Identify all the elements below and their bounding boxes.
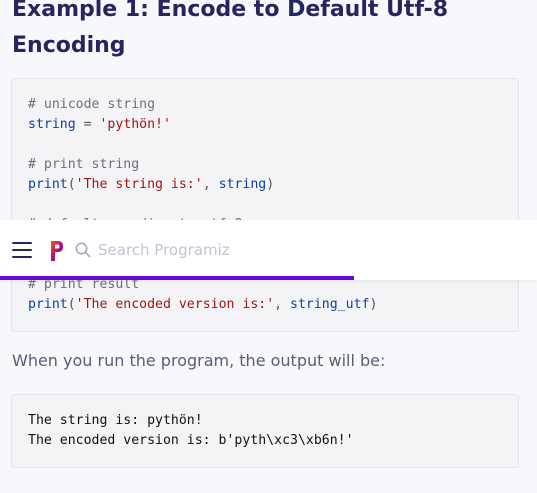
programiz-logo-icon[interactable] [50, 240, 64, 262]
code-line: string = 'pythön!' [28, 115, 377, 135]
code-token: , [202, 177, 219, 192]
code-token: 'pythön!' [99, 117, 171, 132]
code-token: ( [67, 177, 76, 192]
code-token: 'The string is:' [75, 177, 203, 192]
hamburger-menu-icon[interactable] [12, 242, 32, 258]
code-line: # print string [28, 155, 377, 175]
code-block: # unicode string string = 'pythön!' # pri… [11, 78, 519, 332]
output-block: The string is: pythön! The encoded versio… [11, 394, 519, 468]
code-token: string_utf [290, 297, 370, 312]
code-token: ) [266, 177, 275, 192]
top-navigation-bar [0, 220, 537, 280]
code-token: # print string [28, 157, 140, 172]
code-token: = [75, 117, 100, 132]
code-token: ( [67, 297, 76, 312]
reading-progress-fill [0, 276, 355, 280]
code-token: 'The encoded version is:' [75, 297, 275, 312]
output-line: The encoded version is: b'pyth\xc3\xb6n!… [28, 433, 354, 448]
reading-progress-bar [0, 276, 537, 280]
code-token: string [218, 177, 267, 192]
output-intro-text: When you run the program, the output wil… [12, 351, 386, 370]
search-input[interactable] [98, 237, 398, 263]
code-content: # unicode string string = 'pythön!' # pri… [28, 95, 377, 315]
code-token: ) [369, 297, 378, 312]
output-line: The string is: pythön! [28, 413, 203, 428]
code-token: # unicode string [28, 97, 156, 112]
code-token: string [28, 117, 76, 132]
code-line: print('The encoded version is:', string_… [28, 295, 377, 315]
page-title: Example 1: Encode to Default Utf-8 Encod… [12, 0, 449, 58]
code-token: , [274, 297, 291, 312]
output-content: The string is: pythön! The encoded versio… [28, 411, 354, 451]
code-line: print('The string is:', string) [28, 175, 377, 195]
code-token: print [28, 297, 68, 312]
search-icon[interactable] [74, 241, 92, 259]
code-line: # unicode string [28, 95, 377, 115]
code-token: print [28, 177, 68, 192]
